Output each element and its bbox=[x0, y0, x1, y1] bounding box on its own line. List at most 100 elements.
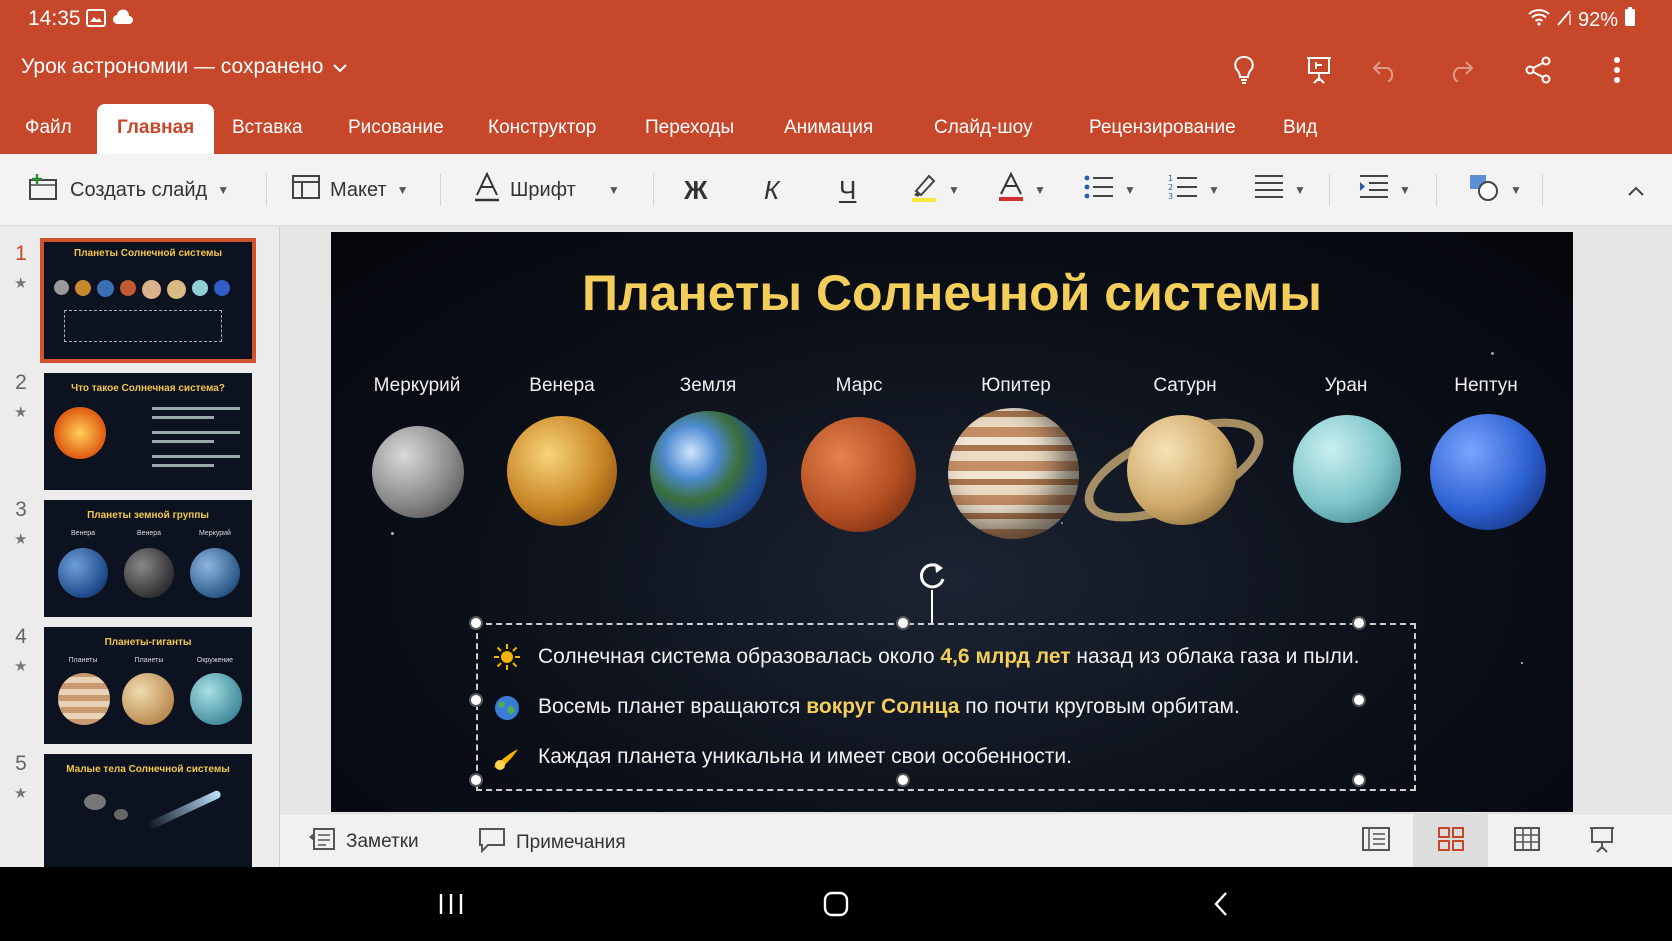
slide-thumbnail-4[interactable]: Планеты-гиганты Планеты Планеты Окружени… bbox=[44, 627, 252, 744]
comments-button[interactable]: Примечания bbox=[478, 827, 626, 859]
battery-icon bbox=[1624, 7, 1636, 33]
planet-mars bbox=[801, 417, 916, 532]
tab-transitions[interactable]: Переходы bbox=[645, 104, 734, 154]
resize-handle[interactable] bbox=[1352, 693, 1366, 707]
thumbnail-caption: Окружение bbox=[196, 657, 234, 664]
status-bar: 14:35 92% bbox=[0, 0, 1672, 36]
planet-label-venus: Венера bbox=[529, 375, 595, 396]
selected-text-box[interactable]: Солнечная система образовалась около 4,6… bbox=[469, 616, 1416, 791]
thumbnail-number: 1 bbox=[15, 242, 27, 265]
planet-venus bbox=[507, 416, 617, 526]
home-icon[interactable] bbox=[806, 883, 866, 925]
ribbon-separator bbox=[1542, 174, 1543, 206]
shapes-button[interactable]: ▼ bbox=[1468, 168, 1522, 212]
tab-draw[interactable]: Рисование bbox=[348, 104, 444, 154]
comment-icon bbox=[478, 827, 506, 859]
thumbnail-title: Планеты земной группы bbox=[87, 510, 209, 521]
presentation-icon bbox=[1588, 825, 1616, 858]
thumbnail-text-lines bbox=[152, 407, 240, 467]
thumbnail-planet bbox=[124, 548, 174, 598]
resize-handle[interactable] bbox=[1352, 773, 1366, 787]
planet-label-neptune: Нептун bbox=[1454, 375, 1518, 396]
recent-apps-icon[interactable] bbox=[421, 883, 481, 925]
layout-icon bbox=[292, 175, 320, 205]
ribbon-tabs: Файл Главная Вставка Рисование Конструкт… bbox=[0, 104, 1672, 154]
highlight-button[interactable]: ▼ bbox=[910, 168, 960, 212]
document-title[interactable]: Урок астрономии — сохранено bbox=[21, 55, 348, 79]
tab-animations[interactable]: Анимация bbox=[784, 104, 873, 154]
chevron-down-icon bbox=[333, 55, 348, 79]
slide-thumbnail-1[interactable]: Планеты Солнечной системы bbox=[40, 238, 256, 363]
align-button[interactable]: ▼ bbox=[1254, 168, 1306, 212]
notes-label: Заметки bbox=[346, 831, 419, 852]
resize-handle[interactable] bbox=[469, 693, 483, 707]
new-slide-button[interactable]: Создать слайд ▼ bbox=[28, 168, 229, 212]
numbering-button[interactable]: 123 ▼ bbox=[1168, 168, 1220, 212]
slide-thumbnail-2[interactable]: Что такое Солнечная система? bbox=[44, 373, 252, 490]
lightbulb-icon[interactable] bbox=[1223, 49, 1265, 91]
resize-handle[interactable] bbox=[1352, 616, 1366, 630]
planet-label-uranus: Уран bbox=[1324, 375, 1368, 396]
resize-handle[interactable] bbox=[469, 616, 483, 630]
tab-design[interactable]: Конструктор bbox=[488, 104, 596, 154]
notes-button[interactable]: Заметки bbox=[308, 827, 419, 857]
resize-handle[interactable] bbox=[469, 773, 483, 787]
resize-handle[interactable] bbox=[896, 773, 910, 787]
share-icon[interactable] bbox=[1517, 49, 1559, 91]
thumbnail-title: Малые тела Солнечной системы bbox=[66, 764, 230, 775]
chevron-down-icon: ▼ bbox=[1294, 183, 1306, 197]
normal-view-button[interactable] bbox=[1338, 814, 1413, 868]
thumbnail-caption: Венера bbox=[70, 530, 96, 537]
bullets-button[interactable]: ▼ bbox=[1084, 168, 1136, 212]
globe-icon bbox=[492, 693, 522, 723]
layout-button[interactable]: Макет ▼ bbox=[292, 168, 409, 212]
italic-button[interactable]: К bbox=[764, 168, 779, 212]
planet-earth bbox=[650, 411, 767, 528]
collapse-ribbon-button[interactable] bbox=[1628, 168, 1644, 212]
tab-review[interactable]: Рецензирование bbox=[1089, 104, 1236, 154]
bottom-toolbar: Заметки Примечания bbox=[280, 813, 1672, 868]
font-color-icon bbox=[998, 171, 1024, 208]
back-icon[interactable] bbox=[1191, 883, 1251, 925]
slide-canvas[interactable]: Планеты Солнечной системы Меркурий Венер… bbox=[331, 232, 1573, 812]
sun-icon bbox=[492, 642, 522, 672]
font-color-button[interactable]: ▼ bbox=[998, 168, 1046, 212]
slide-thumbnail-5[interactable]: Малые тела Солнечной системы bbox=[44, 754, 252, 867]
present-icon[interactable] bbox=[1298, 49, 1340, 91]
bold-button[interactable]: Ж bbox=[684, 168, 708, 212]
undo-icon[interactable] bbox=[1364, 49, 1406, 91]
thumbnail-title: Планеты-гиганты bbox=[104, 637, 192, 648]
ribbon-separator bbox=[1436, 174, 1437, 206]
svg-text:3: 3 bbox=[1168, 192, 1173, 201]
indent-button[interactable]: ▼ bbox=[1359, 168, 1411, 212]
slide-title[interactable]: Планеты Солнечной системы bbox=[331, 264, 1573, 322]
tab-file[interactable]: Файл bbox=[25, 104, 72, 154]
bullet-line-1: Солнечная система образовалась около 4,6… bbox=[538, 645, 1360, 668]
tab-insert[interactable]: Вставка bbox=[232, 104, 303, 154]
slide-thumbnail-3[interactable]: Планеты земной группы Венера Венера Мерк… bbox=[44, 500, 252, 617]
document-name: Урок астрономии — сохранено bbox=[21, 55, 324, 78]
chevron-down-icon: ▼ bbox=[1034, 183, 1046, 197]
resize-handle[interactable] bbox=[896, 616, 910, 630]
rotate-handle-stem bbox=[931, 590, 933, 623]
planet-saturn bbox=[1127, 415, 1237, 525]
planet-label-saturn: Сатурн bbox=[1153, 375, 1217, 396]
tab-home[interactable]: Главная bbox=[97, 104, 215, 154]
thumbnail-asteroid bbox=[84, 794, 106, 810]
outline-view-button[interactable] bbox=[1489, 814, 1564, 868]
comments-label: Примечания bbox=[516, 832, 626, 853]
underline-button[interactable]: Ч bbox=[839, 168, 856, 212]
font-button[interactable]: Шрифт ▼ bbox=[474, 168, 620, 212]
tab-view[interactable]: Вид bbox=[1283, 104, 1317, 154]
indent-icon bbox=[1359, 174, 1389, 206]
planet-label-jupiter: Юпитер bbox=[981, 375, 1051, 396]
ribbon-separator bbox=[653, 174, 654, 206]
tab-slideshow[interactable]: Слайд-шоу bbox=[934, 104, 1033, 154]
thumbnail-comet bbox=[146, 789, 222, 831]
thumbnail-planet bbox=[58, 548, 108, 598]
slide-sorter-view-button[interactable] bbox=[1413, 814, 1488, 868]
presenter-view-button[interactable] bbox=[1564, 814, 1639, 868]
redo-icon[interactable] bbox=[1440, 49, 1482, 91]
chevron-down-icon: ▼ bbox=[948, 183, 960, 197]
more-icon[interactable] bbox=[1596, 49, 1638, 91]
